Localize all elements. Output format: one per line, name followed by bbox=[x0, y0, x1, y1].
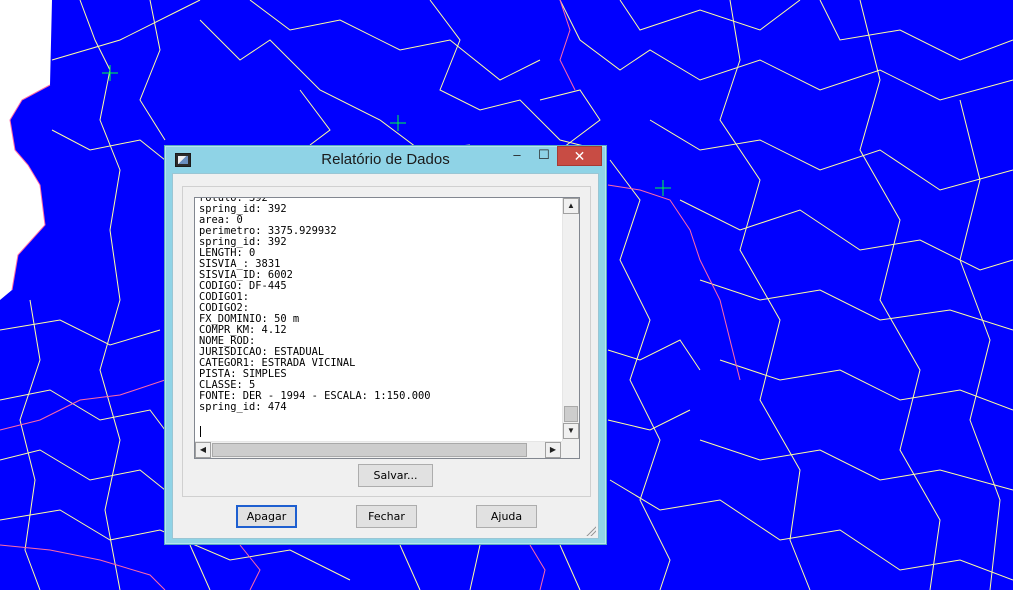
report-dialog: Relatório de Dados – ☐ ✕ rotulo: 392 spr… bbox=[164, 145, 607, 545]
scrollbar-corner bbox=[562, 441, 579, 458]
help-button[interactable]: Ajuda bbox=[476, 505, 537, 528]
report-groupbox: rotulo: 392 spring_id: 392 area: 0 perim… bbox=[182, 186, 591, 497]
report-text-area[interactable]: rotulo: 392 spring_id: 392 area: 0 perim… bbox=[194, 197, 580, 459]
vertical-scroll-thumb[interactable] bbox=[564, 406, 578, 422]
scroll-right-arrow-icon[interactable]: ▶ bbox=[545, 442, 561, 458]
horizontal-scroll-thumb[interactable] bbox=[212, 443, 527, 457]
scroll-down-arrow-icon[interactable]: ▼ bbox=[563, 423, 579, 439]
report-line: spring_id: 474 bbox=[199, 401, 287, 413]
text-caret bbox=[200, 426, 201, 437]
title-bar[interactable]: Relatório de Dados – ☐ ✕ bbox=[165, 146, 606, 173]
vertical-scrollbar[interactable]: ▲ ▼ bbox=[562, 198, 579, 441]
scroll-up-arrow-icon[interactable]: ▲ bbox=[563, 198, 579, 214]
minimize-button[interactable]: – bbox=[503, 146, 531, 166]
horizontal-scrollbar[interactable]: ◀ ▶ bbox=[195, 441, 562, 458]
resize-grip-icon[interactable] bbox=[584, 524, 596, 536]
close-button[interactable]: Fechar bbox=[356, 505, 417, 528]
clear-button[interactable]: Apagar bbox=[236, 505, 297, 528]
scroll-left-arrow-icon[interactable]: ◀ bbox=[195, 442, 211, 458]
dialog-client-area: rotulo: 392 spring_id: 392 area: 0 perim… bbox=[172, 173, 599, 539]
close-window-button[interactable]: ✕ bbox=[557, 146, 602, 166]
report-text-content: rotulo: 392 spring_id: 392 area: 0 perim… bbox=[199, 198, 430, 413]
maximize-button[interactable]: ☐ bbox=[531, 146, 557, 166]
save-button[interactable]: Salvar... bbox=[358, 464, 433, 487]
